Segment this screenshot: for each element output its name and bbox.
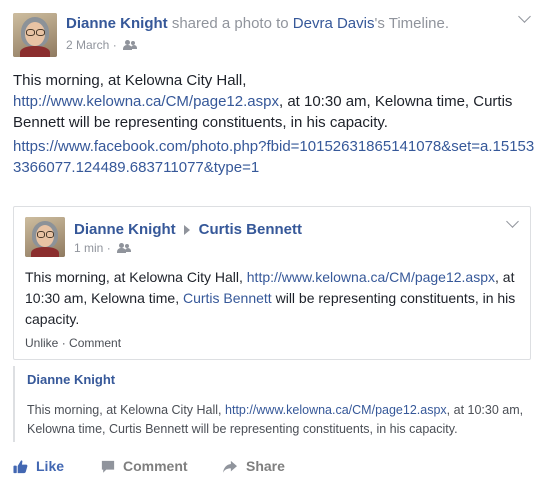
timeline-owner-link[interactable]: Devra Davis <box>293 15 375 32</box>
embed-message-link[interactable]: http://www.kelowna.ca/CM/page12.aspx <box>247 269 495 285</box>
embed-comment-link[interactable]: Comment <box>69 336 121 350</box>
comment-button[interactable]: Comment <box>101 458 188 477</box>
embed-header: Dianne Knight Curtis Bennett <box>74 221 302 238</box>
post-action-bar: Like Comment Share <box>0 452 543 480</box>
share-icon <box>222 460 238 477</box>
quote-author-link[interactable]: Dianne Knight <box>27 372 115 387</box>
author-avatar[interactable] <box>13 13 57 57</box>
meta-separator: · <box>112 38 117 52</box>
post-meta: 2 March · <box>66 38 138 52</box>
quote-text: This morning, at Kelowna City Hall, http… <box>27 401 537 439</box>
embed-mention-link[interactable]: Curtis Bennett <box>183 290 272 306</box>
feed-post: Dianne Knight shared a photo to Devra Da… <box>0 0 543 480</box>
author-name-link[interactable]: Dianne Knight <box>66 15 168 32</box>
share-label: Share <box>246 458 285 474</box>
embed-meta-separator: · <box>106 241 111 255</box>
audience-friends-icon[interactable] <box>123 40 138 50</box>
embed-author-avatar[interactable] <box>25 217 65 257</box>
shared-post-card: Dianne Knight Curtis Bennett 1 min · This… <box>13 206 531 360</box>
embed-meta: 1 min · <box>74 241 132 255</box>
like-label: Like <box>36 458 65 474</box>
share-button[interactable]: Share <box>222 458 285 477</box>
quote-text-start: This morning, at Kelowna City Hall, <box>27 403 222 417</box>
post-message: This morning, at Kelowna City Hall, http… <box>13 70 533 133</box>
embed-recipient-link[interactable]: Curtis Bennett <box>199 221 302 238</box>
embed-author-link[interactable]: Dianne Knight <box>74 221 176 238</box>
embed-action-separator: · <box>61 336 66 350</box>
unlike-link[interactable]: Unlike <box>25 336 58 350</box>
embed-time[interactable]: 1 min <box>74 241 103 255</box>
like-button[interactable]: Like <box>13 458 64 477</box>
timeline-suffix: 's Timeline. <box>374 15 450 32</box>
quote-block: Dianne Knight This morning, at Kelowna C… <box>13 366 535 442</box>
quote-link[interactable]: http://www.kelowna.ca/CM/page12.aspx <box>225 403 447 417</box>
thumbs-up-icon <box>13 459 28 477</box>
embed-options-chevron-down-icon[interactable] <box>506 215 519 228</box>
post-date[interactable]: 2 March <box>66 38 109 52</box>
post-options-chevron-down-icon[interactable] <box>518 10 531 23</box>
embed-text-start: This morning, at Kelowna City Hall, <box>25 269 243 285</box>
embed-actions: Unlike · Comment <box>25 336 121 350</box>
message-line1: This morning, at Kelowna City Hall, <box>13 72 247 89</box>
photo-url-link[interactable]: https://www.facebook.com/photo.php?fbid=… <box>13 136 538 178</box>
comment-icon <box>101 460 115 477</box>
arrow-right-icon <box>183 224 190 235</box>
comment-label: Comment <box>123 458 188 474</box>
audience-friends-icon[interactable] <box>117 243 132 253</box>
message-link[interactable]: http://www.kelowna.ca/CM/page12.aspx <box>13 93 279 110</box>
embed-message: This morning, at Kelowna City Hall, http… <box>25 267 525 330</box>
shared-text: shared a photo to <box>171 15 289 32</box>
post-header: Dianne Knight shared a photo to Devra Da… <box>66 15 449 32</box>
